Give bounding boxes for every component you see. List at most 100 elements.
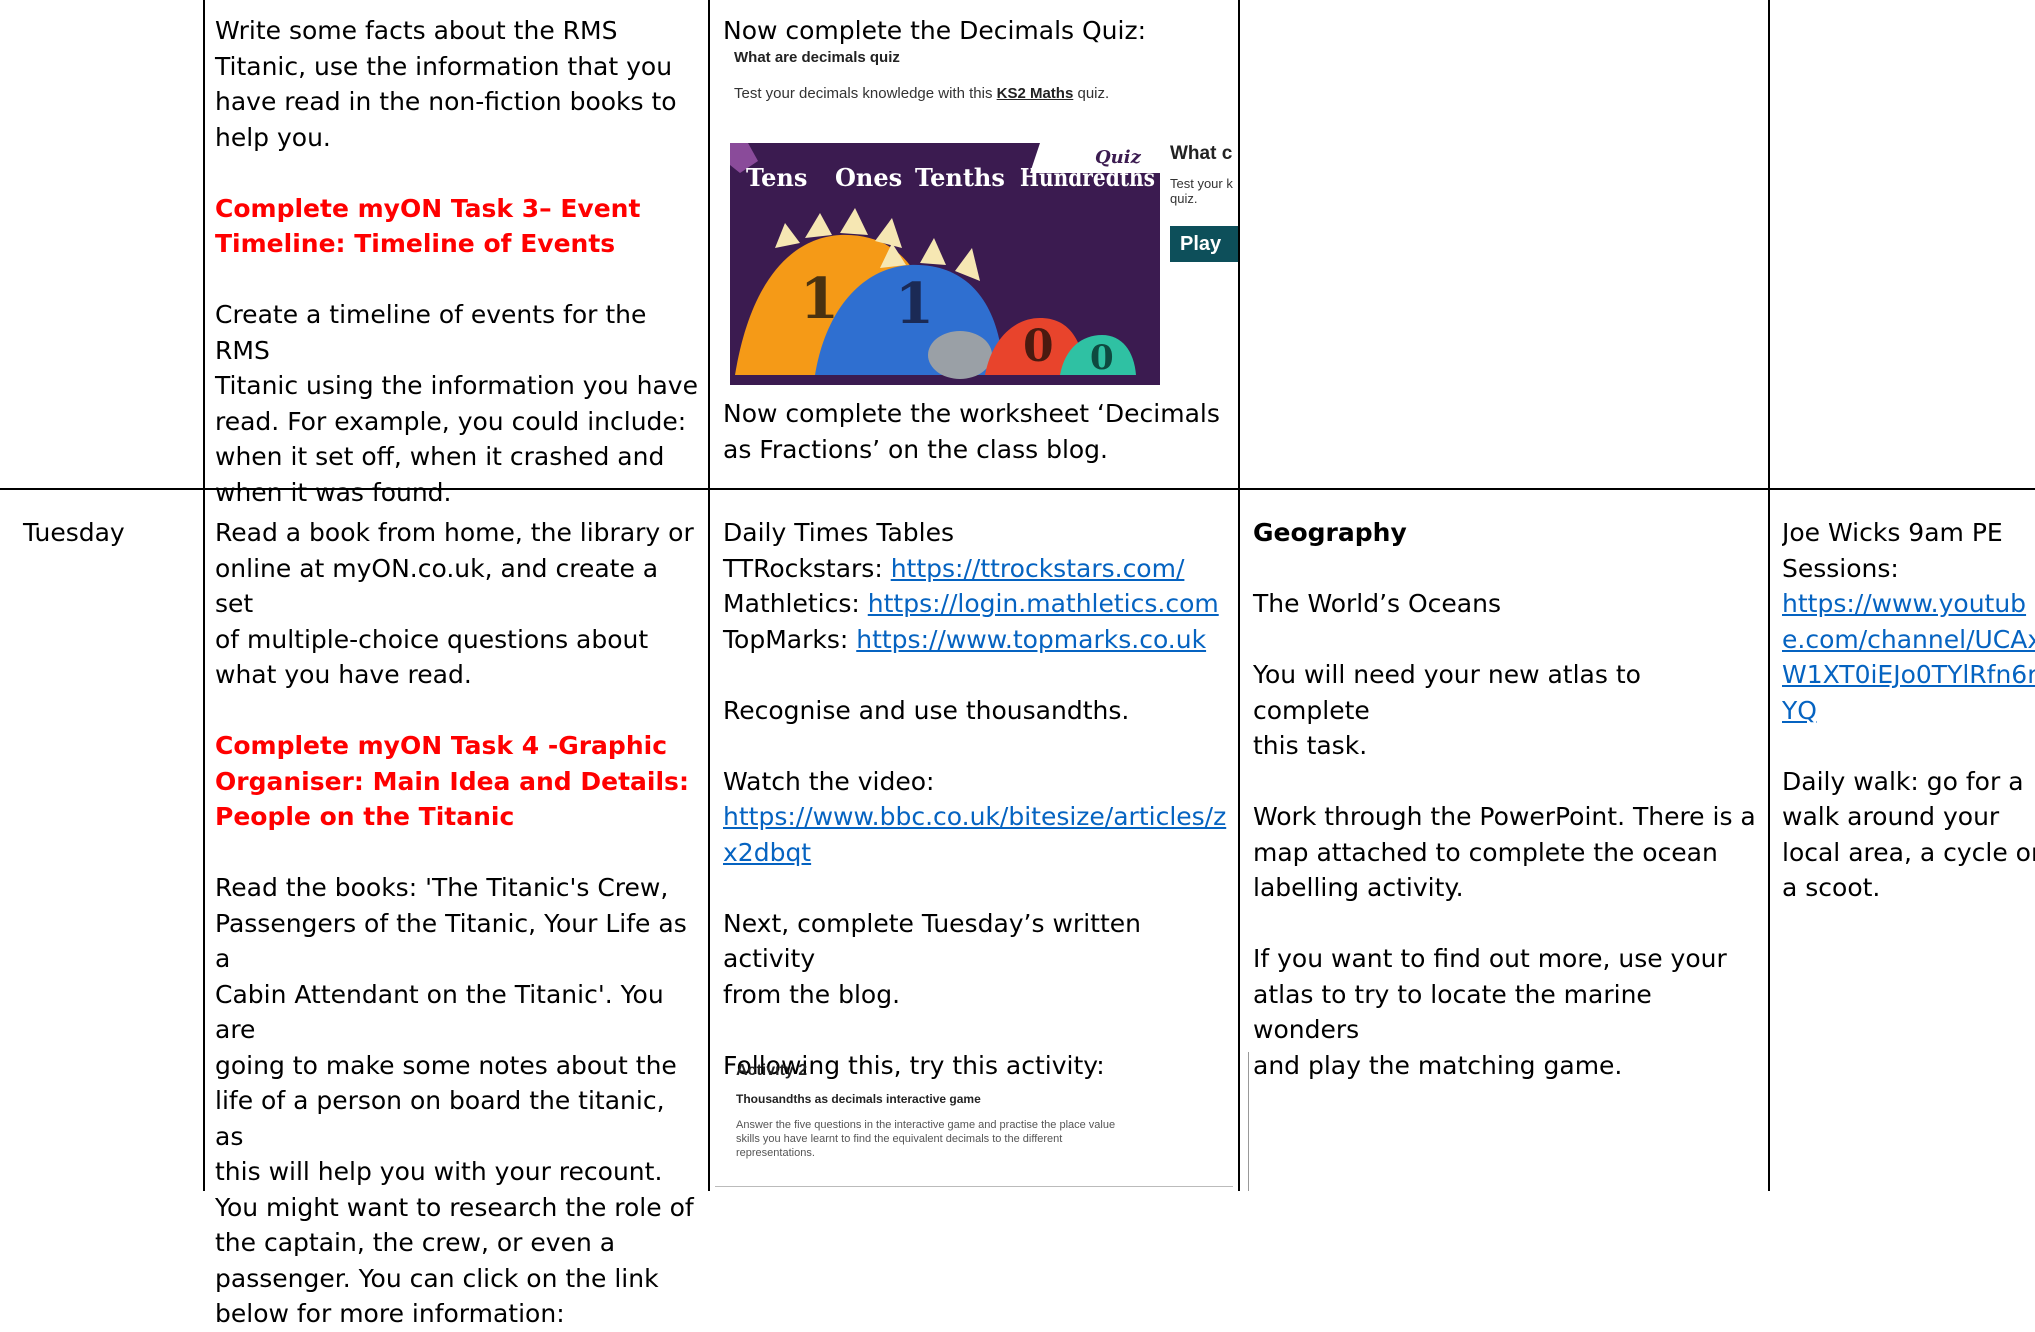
geography-line: You will need your new atlas to complete — [1253, 660, 1641, 725]
quiz-description: Test your decimals knowledge with this K… — [734, 84, 1109, 104]
link-label: Mathletics: — [723, 589, 868, 618]
literacy-text-line: when it set off, when it crashed and — [215, 442, 665, 471]
activity-2-panel: Activity 2 Thousandths as decimals inter… — [736, 1060, 1216, 1160]
col-label-tens: Tens — [746, 163, 807, 192]
digit-ones: 1 — [895, 271, 934, 337]
pe-line: Sessions: — [1782, 553, 1899, 583]
topmarks-link[interactable]: https://www.topmarks.co.uk — [856, 625, 1206, 654]
row1-maths-cell: Now complete the Decimals Quiz: — [723, 13, 1228, 49]
geography-line: If you want to find out more, use your — [1253, 944, 1727, 973]
literacy-text-line: the captain, the crew, or even a — [215, 1228, 616, 1257]
pe-line: walk around your — [1782, 802, 2000, 831]
literacy-text-line: this will help you with your recount. — [215, 1157, 663, 1186]
next-activity-line: from the blog. — [723, 979, 901, 1009]
literacy-text-line: Cabin Attendant on the Titanic'. You are — [215, 979, 664, 1045]
geography-line: labelling activity. — [1253, 873, 1464, 902]
play-button[interactable]: Play — [1170, 226, 1238, 262]
youtube-channel-link[interactable]: https://www.youtub — [1782, 589, 2026, 618]
topmarks-row: TopMarks: https://www.topmarks.co.uk — [723, 622, 1228, 658]
literacy-text-line: You might want to research the role of — [215, 1192, 694, 1222]
geography-line: and play the matching game. — [1253, 1050, 1623, 1080]
geography-line: this task. — [1253, 731, 1368, 760]
mathletics-link[interactable]: https://login.mathletics.com — [868, 589, 1219, 618]
bbc-bitesize-link[interactable]: x2dbqt — [723, 838, 811, 867]
worksheet-line: as Fractions’ on the class blog. — [723, 434, 1108, 464]
activity-subtitle: Thousandths as decimals interactive game — [736, 1092, 981, 1106]
literacy-text-line: Write some facts about the RMS — [215, 16, 618, 45]
quiz-desc-text: Test your decimals knowledge with this — [734, 85, 997, 102]
pe-line: a scoot. — [1782, 873, 1881, 902]
table-border-col-2 — [708, 0, 710, 1191]
myon-task-4-heading: Organiser: Main Idea and Details: — [215, 766, 689, 796]
ks2-maths-link[interactable]: KS2 Maths — [997, 85, 1074, 102]
literacy-text-line: online at myON.co.uk, and create a set — [215, 553, 659, 619]
lesson-objective: Recognise and use thousandths. — [723, 695, 1130, 725]
col-label-ones: Ones — [835, 163, 902, 192]
ttrockstars-link[interactable]: https://ttrockstars.com/ — [891, 554, 1185, 583]
myon-task-3-heading: Complete myON Task 3– Event — [215, 193, 641, 223]
table-border-left-col — [203, 0, 205, 1191]
mathletics-row: Mathletics: https://login.mathletics.com — [723, 586, 1228, 622]
link-label: TTRockstars: — [723, 553, 891, 583]
timetable-page: Write some facts about the RMS Titanic, … — [0, 0, 2035, 1328]
worksheet-line: Now complete the worksheet ‘Decimals — [723, 399, 1220, 428]
table-border-col-4 — [1768, 0, 1770, 1191]
literacy-text-line: below for more information: — [215, 1299, 565, 1328]
decimals-quiz-image[interactable]: 1 1 0 0 Tens Ones Tenths Hundredths Quiz — [730, 143, 1160, 385]
youtube-channel-link[interactable]: W1XT0iEJo0TYlRfn6r — [1782, 660, 2035, 689]
video-label: Watch the video: — [723, 766, 935, 796]
times-tables-heading: Daily Times Tables — [723, 518, 955, 547]
digit-hundredths: 0 — [1090, 338, 1114, 378]
quiz-side-text: Test your k — [1170, 176, 1233, 191]
row2-maths-cell: Daily Times Tables TTRockstars: https://… — [723, 515, 1228, 1083]
quiz-side-panel: What c Test your k quiz. Play — [1160, 143, 1238, 303]
literacy-text-line: life of a person on board the titanic, a… — [215, 1086, 665, 1151]
activity-title: Activity 2 — [736, 1062, 808, 1079]
row2-geography-cell: Geography The World’s Oceans You will ne… — [1253, 515, 1758, 1083]
dinosaur-illustration: 1 1 0 0 Tens Ones Tenths Hundredths Quiz — [730, 143, 1160, 385]
activity-text: representations. — [736, 1147, 815, 1159]
geography-cell-inner-border — [1248, 1052, 1249, 1191]
quiz-side-text: quiz. — [1170, 191, 1198, 206]
literacy-text-line: when it was found. — [215, 477, 452, 507]
quiz-tag: Quiz — [1095, 147, 1142, 168]
myon-task-4-heading: People on the Titanic — [215, 802, 515, 831]
worksheet-instruction: Now complete the worksheet ‘Decimals as … — [723, 396, 1228, 467]
activity-text: skills you have learnt to find the equiv… — [736, 1133, 1063, 1145]
geography-topic: The World’s Oceans — [1253, 589, 1501, 618]
youtube-channel-link[interactable]: e.com/channel/UCAx — [1782, 625, 2035, 654]
literacy-text-line: help you. — [215, 122, 331, 152]
literacy-text-line: going to make some notes about the — [215, 1050, 677, 1080]
row2-literacy-cell: Read a book from home, the library or on… — [215, 515, 700, 1332]
geography-heading: Geography — [1253, 518, 1407, 547]
literacy-text-line: what you have read. — [215, 660, 472, 689]
pe-line: Joe Wicks 9am PE — [1782, 518, 2003, 547]
row2-pe-cell: Joe Wicks 9am PE Sessions: https://www.y… — [1782, 515, 2035, 906]
youtube-channel-link[interactable]: YQ — [1782, 696, 1817, 725]
decimals-quiz-intro: Now complete the Decimals Quiz: — [723, 16, 1147, 45]
literacy-text-line: Read a book from home, the library or — [215, 518, 694, 547]
table-border-col-3 — [1238, 0, 1240, 1191]
bbc-bitesize-link[interactable]: https://www.bbc.co.uk/bitesize/articles/… — [723, 802, 1226, 831]
geography-line: atlas to try to locate the marine wonder… — [1253, 979, 1652, 1045]
ttrockstars-row: TTRockstars: https://ttrockstars.com/ — [723, 551, 1228, 587]
literacy-text-line: Titanic using the information you have — [215, 371, 698, 400]
pe-line: local area, a cycle or — [1782, 837, 2035, 867]
activity-text: Answer the five questions in the interac… — [736, 1119, 1116, 1131]
quiz-desc-text: quiz. — [1073, 85, 1110, 102]
link-label: TopMarks: — [723, 624, 857, 654]
quiz-side-title: What c — [1170, 143, 1233, 164]
literacy-text-line: passenger. You can click on the link — [215, 1263, 659, 1293]
row1-literacy-cell: Write some facts about the RMS Titanic, … — [215, 13, 700, 510]
geography-line: Work through the PowerPoint. There is a — [1253, 802, 1756, 831]
literacy-text-line: have read in the non-fiction books to — [215, 87, 677, 116]
geography-line: map attached to complete the ocean — [1253, 837, 1718, 867]
literacy-text-line: Create a timeline of events for the RMS — [215, 300, 647, 365]
literacy-text-line: Titanic, use the information that you — [215, 51, 673, 81]
literacy-text-line: read. For example, you could include: — [215, 406, 687, 436]
col-label-tenths: Tenths — [915, 163, 1005, 192]
myon-task-3-heading: Timeline: Timeline of Events — [215, 229, 616, 258]
quiz-title: What are decimals quiz — [734, 49, 900, 66]
literacy-text-line: Passengers of the Titanic, Your Life as … — [215, 908, 687, 974]
myon-task-4-heading: Complete myON Task 4 -Graphic — [215, 731, 668, 760]
